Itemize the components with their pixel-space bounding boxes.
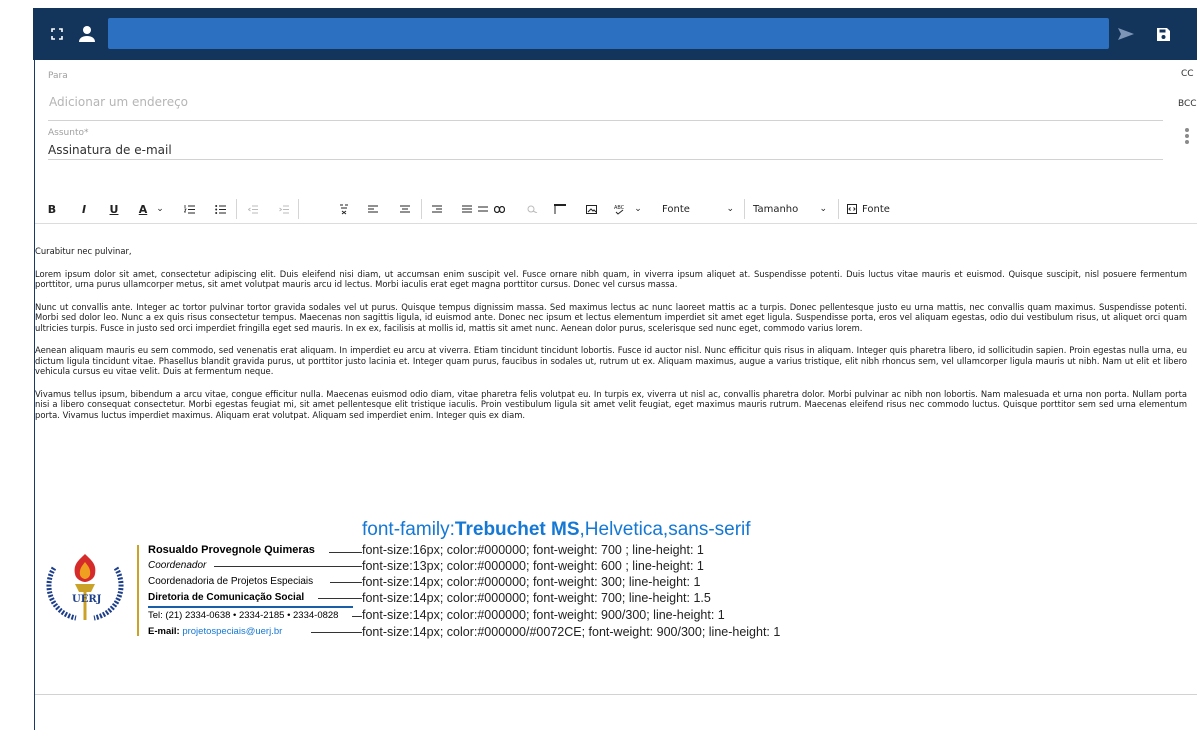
font-bold: Trebuchet MS: [454, 519, 580, 540]
unlink-icon[interactable]: [525, 195, 539, 223]
annotation-leader: [214, 566, 362, 567]
svg-text:ABC: ABC: [614, 205, 625, 211]
link-icon[interactable]: [492, 195, 506, 223]
toolbar-separator: [838, 199, 839, 219]
email-link[interactable]: projetospeciais@uerj.br: [182, 626, 282, 637]
body-paragraph: Lorem ipsum dolor sit amet, consectetur …: [35, 268, 1187, 290]
bcc-button[interactable]: BCC: [1178, 99, 1197, 109]
toolbar-divider: [35, 223, 1197, 224]
greeting: Curabitur nec pulvinar,: [35, 246, 132, 256]
annotation-email: font-size:14px; color:#000000/#0072CE; f…: [362, 625, 781, 639]
source-code-icon: [847, 204, 857, 214]
email-label: E-mail:: [148, 626, 180, 637]
user-icon[interactable]: [75, 8, 99, 60]
outdent-icon[interactable]: [246, 195, 260, 223]
signature-phone: Tel: (21) 2334-0638 • 2334-2185 • 2334-0…: [148, 610, 339, 621]
compose-window: Para Adicionar um endereço Assunto* Assi…: [0, 0, 1197, 730]
save-icon[interactable]: [1151, 8, 1175, 60]
line-height-icon[interactable]: [476, 195, 490, 223]
italic-button[interactable]: I: [77, 195, 91, 223]
font-size-dropdown[interactable]: Tamanho ⌄: [753, 195, 831, 223]
expand-icon[interactable]: [47, 8, 67, 60]
body-paragraph: Aenean aliquam mauris eu sem commodo, se…: [35, 345, 1187, 376]
signature-divider: [137, 545, 139, 636]
toolbar-separator: [744, 199, 745, 219]
underline-button[interactable]: U: [107, 195, 121, 223]
toolbar-separator: [298, 199, 299, 219]
signature-department: Coordenadoria de Projetos Especiais: [148, 576, 314, 587]
chevron-down-icon: ⌄: [726, 204, 734, 214]
editor-toolbar: B I U A ⌄ ABC ⌄ Fonte ⌄ Tamanho ⌄ Fonte: [35, 195, 1197, 223]
bold-button[interactable]: B: [45, 195, 59, 223]
annotation-name: font-size:16px; color:#000000; font-weig…: [362, 543, 704, 557]
align-center-icon[interactable]: [398, 195, 412, 223]
chevron-down-icon: ⌄: [819, 204, 827, 214]
annotation-division: font-size:14px; color:#000000; font-weig…: [362, 591, 711, 605]
annotation-leader: [318, 598, 362, 599]
align-right-icon[interactable]: [430, 195, 444, 223]
font-suffix: ,Helvetica,sans-serif: [579, 519, 751, 540]
font-family-dropdown[interactable]: Fonte ⌄: [662, 195, 738, 223]
from-field[interactable]: [108, 18, 1109, 49]
font-prefix: font-family:: [362, 519, 455, 540]
annotation-phone: font-size:14px; color:#000000; font-weig…: [362, 608, 725, 622]
font-size-label: Tamanho: [753, 203, 799, 215]
compose-topbar: [33, 8, 1197, 60]
subject-label: Assunto*: [48, 128, 89, 138]
body-paragraph: Nunc ut convallis ante. Integer ac torto…: [35, 301, 1187, 333]
signature-role: Coordenador: [148, 560, 207, 571]
send-icon[interactable]: [1113, 8, 1139, 60]
uerj-logo: UERJ: [46, 554, 124, 621]
indent-icon[interactable]: [277, 195, 291, 223]
signature-font-heading: font-family:Trebuchet MS,Helvetica,sans-…: [362, 519, 751, 541]
annotation-leader: [329, 552, 362, 553]
text-color-button[interactable]: A: [136, 195, 150, 223]
body-paragraph: Vivamus tellus ipsum, bibendum a arcu vi…: [35, 388, 1187, 420]
align-justify-icon[interactable]: [460, 195, 474, 223]
bullet-list-icon[interactable]: [213, 195, 227, 223]
to-input[interactable]: Adicionar um endereço: [49, 95, 188, 109]
font-family-label: Fonte: [662, 203, 690, 215]
spellcheck-icon[interactable]: ABC: [613, 195, 627, 223]
horizontal-rule-icon[interactable]: [552, 195, 568, 223]
body-bottom-divider: [35, 694, 1197, 695]
annotation-leader: [330, 582, 362, 583]
annotation-leader: [311, 632, 362, 633]
message-body[interactable]: Curabitur nec pulvinar, Lorem ipsum dolo…: [35, 246, 1187, 432]
align-left-icon[interactable]: [366, 195, 380, 223]
source-code-button[interactable]: Fonte: [847, 195, 897, 223]
to-label: Para: [48, 71, 68, 81]
annotation-leader: [352, 616, 362, 617]
toolbar-separator: [236, 199, 237, 219]
toolbar-separator: [421, 199, 422, 219]
clear-format-icon[interactable]: [337, 195, 351, 223]
image-icon[interactable]: [584, 195, 598, 223]
signature-rule: [148, 606, 353, 608]
annotation-department: font-size:14px; color:#000000; font-weig…: [362, 575, 701, 589]
signature-division: Diretoria de Comunicação Social: [148, 592, 305, 603]
subject-underline: [48, 159, 1163, 160]
chevron-down-icon[interactable]: ⌄: [154, 195, 166, 223]
signature-name: Rosualdo Provegnole Quimeras: [148, 544, 315, 556]
signature-email: E-mail: projetospeciais@uerj.br: [148, 626, 282, 637]
to-underline: [48, 120, 1163, 121]
cc-button[interactable]: CC: [1181, 69, 1194, 79]
ordered-list-icon[interactable]: [182, 195, 196, 223]
source-code-label: Fonte: [862, 203, 890, 215]
annotation-role: font-size:13px; color:#000000; font-weig…: [362, 559, 704, 573]
chevron-down-icon[interactable]: ⌄: [632, 195, 644, 223]
svg-text:UERJ: UERJ: [72, 594, 102, 605]
subject-input[interactable]: Assinatura de e-mail: [48, 143, 172, 157]
more-options-icon[interactable]: [1184, 128, 1190, 144]
